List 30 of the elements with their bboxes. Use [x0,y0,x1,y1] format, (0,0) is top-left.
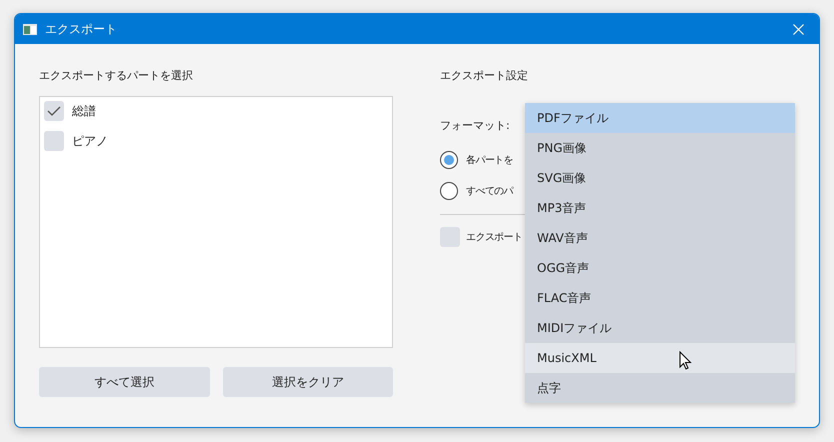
action-button[interactable]: 選択をクリア [222,367,393,397]
radio-button[interactable] [440,182,458,200]
menu-option[interactable]: MusicXML [525,343,795,373]
menu-option[interactable]: FLAC音声 [525,283,795,313]
part-label: ピアノ [72,132,108,150]
menu-option[interactable]: PDFファイル [525,103,795,133]
radio-label: 各パートを [466,154,514,167]
menu-option[interactable]: PNG画像 [525,133,795,163]
window-title: エクスポート [45,20,118,38]
section-heading: エクスポートするパートを選択 [39,68,194,84]
checkbox[interactable] [440,227,460,247]
checkbox-label: エクスポート [466,231,522,244]
checkbox[interactable] [44,101,64,121]
format-label: フォーマット: [440,118,510,132]
menu-option[interactable]: MP3音声 [525,193,795,223]
menu-option[interactable]: WAV音声 [525,223,795,253]
menu-option[interactable]: 点字 [525,373,795,403]
action-button[interactable]: すべて選択 [39,367,210,397]
menu-option[interactable]: OGG音声 [525,253,795,283]
mouse-pointer-icon [679,351,692,370]
menu-option[interactable]: MIDIファイル [525,313,795,343]
radio-label: すべてのパ [466,185,514,198]
section-heading: エクスポート設定 [440,68,529,84]
close-icon [792,24,804,34]
radio-button[interactable] [440,151,458,169]
checkmark-icon [47,106,61,116]
menu-option[interactable]: SVG画像 [525,163,795,193]
part-label: 総譜 [72,102,96,120]
checkbox[interactable] [44,131,64,151]
window-icon [23,24,37,34]
